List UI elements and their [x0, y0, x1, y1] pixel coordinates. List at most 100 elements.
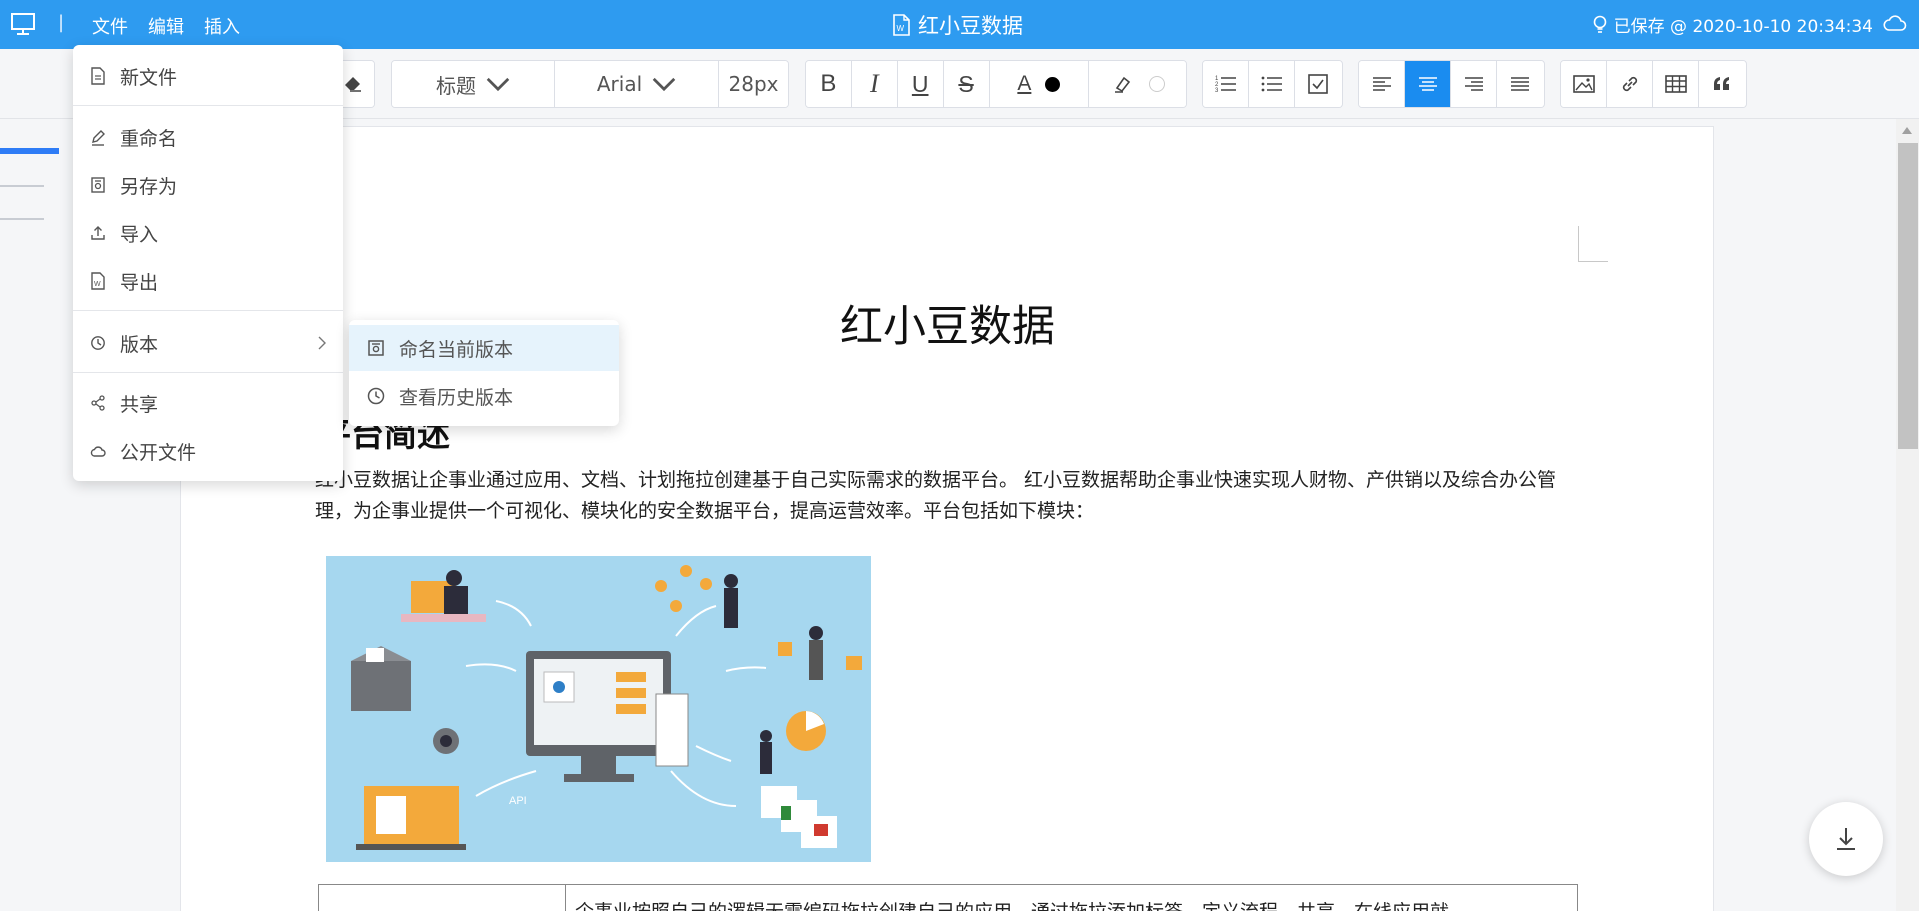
monitor-icon[interactable]: [10, 12, 36, 36]
outline-item[interactable]: [0, 218, 44, 220]
highlight-color-swatch: [1148, 76, 1165, 92]
align-center-icon: [1418, 77, 1437, 91]
table-cell-text[interactable]: 企事业按照自己的逻辑无需编码拖拉创建自己的应用，通过拖拉添加标签，定义流程，共享…: [575, 897, 1565, 911]
align-group: [1358, 60, 1545, 108]
chevron-right-icon: [318, 336, 326, 350]
history-icon: [367, 387, 385, 405]
menu-item-label: 版本: [120, 333, 159, 356]
cloud-icon: [90, 446, 106, 457]
menu-separator: |: [58, 12, 65, 33]
text-format-group: B I U S A: [805, 60, 1187, 108]
menu-item-label: 共享: [120, 393, 159, 416]
document-paragraph[interactable]: 红小豆数据让企事业通过应用、文档、计划拖拉创建基于自己实际需求的数据平台。 红小…: [315, 465, 1575, 527]
document-heading[interactable]: 红小豆数据: [840, 292, 1055, 354]
api-label: API: [509, 795, 527, 807]
image-icon: [1572, 75, 1595, 93]
lightbulb-icon: [1593, 15, 1606, 33]
eraser-icon: [344, 77, 361, 92]
insert-image-button[interactable]: [1561, 61, 1607, 107]
file-menu-dropdown: 新文件 重命名 另存为 导入 W 导出 版本 共享 公开文件: [73, 45, 343, 481]
document-title: W 红小豆数据: [892, 11, 1023, 39]
list-group: 1 2 3: [1202, 60, 1343, 108]
export-icon: W: [91, 272, 105, 290]
download-button[interactable]: [1809, 802, 1883, 876]
italic-button[interactable]: I: [851, 61, 898, 107]
menu-item-save-as[interactable]: 另存为: [73, 165, 343, 205]
file-icon: [91, 67, 105, 85]
feature-table[interactable]: 企事业按照自己的逻辑无需编码拖拉创建自己的应用，通过拖拉添加标签，定义流程，共享…: [318, 884, 1578, 911]
scroll-up-arrow-icon[interactable]: [1902, 126, 1912, 134]
word-doc-icon: W: [893, 14, 910, 36]
upload-icon: [91, 226, 105, 240]
edit-icon: [92, 130, 105, 146]
table-icon: [1664, 75, 1687, 93]
font-color-swatch: [1045, 76, 1061, 92]
font-size-select[interactable]: 28px: [719, 61, 788, 107]
menu-edit[interactable]: 编辑: [148, 13, 184, 39]
cloud-icon[interactable]: [1883, 13, 1907, 33]
align-left-button[interactable]: [1359, 61, 1405, 107]
chevron-down-icon: [652, 77, 676, 92]
text-style-group: 标题 Arial 28px: [391, 60, 789, 108]
menu-item-label: 导入: [120, 223, 159, 246]
align-left-icon: [1372, 77, 1391, 91]
insert-quote-button[interactable]: [1699, 61, 1745, 107]
outline-item[interactable]: [0, 185, 44, 187]
margin-corner-mark: [1578, 226, 1608, 262]
quote-icon: [1714, 77, 1729, 90]
menu-item-rename[interactable]: 重命名: [73, 117, 343, 157]
strikethrough-button[interactable]: S: [943, 61, 990, 107]
menu-item-version[interactable]: 版本: [73, 323, 343, 363]
svg-text:W: W: [94, 281, 101, 288]
font-family-value: Arial: [596, 72, 643, 96]
table-cell[interactable]: [319, 885, 566, 911]
insert-table-button[interactable]: [1653, 61, 1699, 107]
version-submenu: 命名当前版本 查看历史版本: [349, 320, 619, 426]
align-justify-icon: [1511, 77, 1529, 91]
submenu-item-label: 命名当前版本: [399, 338, 514, 361]
menu-item-new-file[interactable]: 新文件: [73, 56, 343, 96]
bold-button[interactable]: B: [806, 61, 852, 107]
menu-item-label: 另存为: [120, 175, 178, 198]
svg-text:3: 3: [1215, 88, 1219, 94]
menu-item-label: 导出: [120, 271, 159, 294]
font-color-button[interactable]: A: [989, 61, 1090, 107]
menu-item-import[interactable]: 导入: [73, 213, 343, 253]
align-right-button[interactable]: [1451, 61, 1497, 107]
menu-divider: [73, 105, 343, 106]
submenu-item-history[interactable]: 查看历史版本: [349, 373, 619, 419]
menu-item-export[interactable]: W 导出: [73, 261, 343, 301]
platform-illustration-art: API: [326, 556, 871, 862]
document-title-text: 红小豆数据: [918, 14, 1023, 38]
menu-item-share[interactable]: 共享: [73, 383, 343, 423]
highlighter-icon: [1114, 76, 1130, 93]
scrollbar-thumb[interactable]: [1898, 143, 1918, 449]
ordered-list-button[interactable]: 1 2 3: [1203, 61, 1249, 107]
align-justify-button[interactable]: [1497, 61, 1543, 107]
heading-select-value: 标题: [436, 73, 476, 98]
outline-active-item[interactable]: [0, 148, 59, 154]
underline-button[interactable]: U: [897, 61, 944, 107]
checklist-button[interactable]: [1295, 61, 1341, 107]
font-size-value: 28px: [728, 72, 779, 96]
font-family-select[interactable]: Arial: [555, 61, 719, 107]
submenu-item-name-version[interactable]: 命名当前版本: [349, 325, 619, 371]
bullet-list-icon: [1261, 76, 1282, 92]
share-icon: [91, 395, 105, 411]
menu-divider: [73, 310, 343, 311]
insert-group: [1560, 60, 1747, 108]
menu-file[interactable]: 文件: [92, 13, 128, 39]
menu-insert[interactable]: 插入: [204, 13, 240, 39]
insert-link-button[interactable]: [1607, 61, 1653, 107]
highlight-color-button[interactable]: [1089, 61, 1186, 107]
svg-text:W: W: [897, 24, 905, 33]
heading-select[interactable]: 标题: [392, 61, 555, 107]
align-center-button[interactable]: [1405, 61, 1451, 107]
bullet-list-button[interactable]: [1249, 61, 1295, 107]
checkbox-icon: [1308, 74, 1328, 94]
save-icon: [91, 177, 105, 193]
font-color-label: A: [1017, 72, 1032, 95]
menu-item-label: 重命名: [120, 127, 178, 150]
platform-illustration[interactable]: API: [326, 556, 871, 862]
menu-item-public-file[interactable]: 公开文件: [73, 431, 343, 471]
